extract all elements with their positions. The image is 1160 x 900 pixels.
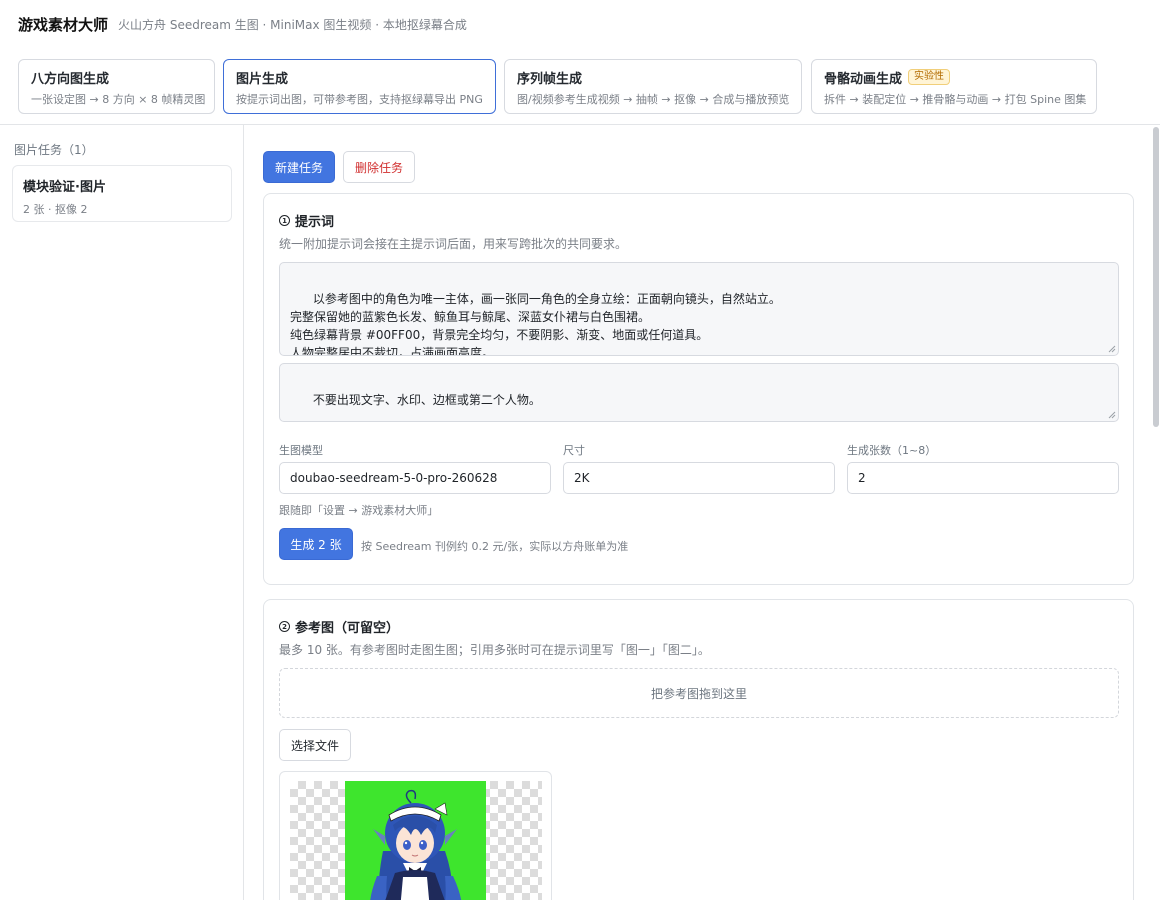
tab-eight-direction[interactable]: 八方向图生成 一张设定图 → 8 方向 × 8 帧精灵图: [18, 59, 215, 114]
step-two-icon: 2: [279, 621, 290, 632]
mode-title: 序列帧生成: [517, 71, 583, 87]
step-one-icon: 1: [279, 215, 290, 226]
main-scrollbar[interactable]: [1152, 125, 1160, 900]
scrollbar-thumb[interactable]: [1153, 127, 1159, 427]
mode-desc: 一张设定图 → 8 方向 × 8 帧精灵图: [31, 93, 206, 106]
app-header: 游戏素材大师 火山方舟 Seedream 生图 · MiniMax 图生视频 ·…: [0, 0, 1160, 48]
panel-title: 1 提示词: [279, 211, 334, 230]
reference-dropzone[interactable]: 把参考图拖到这里: [279, 668, 1119, 718]
prompt-panel-title: 提示词: [295, 215, 335, 230]
mode-title: 八方向图生成: [31, 71, 110, 87]
reference-panel-title: 参考图（可留空）: [295, 621, 400, 636]
task-list-item[interactable]: 模块验证·图片 2 张 · 抠像 2: [12, 165, 232, 222]
price-note: 按 Seedream 刊例约 0.2 元/张，实际以方舟账单为准: [361, 540, 629, 553]
size-value: 2K: [574, 471, 590, 485]
mode-desc: 拆件 → 装配定位 → 推骨骼与动画 → 打包 Spine 图集: [824, 93, 1087, 106]
mode-title: 图片生成: [236, 71, 289, 87]
sidebar-header: 图片任务（1）: [14, 143, 94, 157]
mode-title: 骨骼动画生成: [824, 71, 903, 87]
choose-file-button[interactable]: 选择文件: [279, 729, 351, 761]
resize-handle-icon[interactable]: [1108, 345, 1116, 353]
main-content: 新建任务 删除任务 1 提示词 统一附加提示词会接在主提示词后面，用来写跨批次的…: [245, 125, 1160, 900]
reference-hint: 最多 10 张。有参考图时走图生图；引用多张时可在提示词里写「图一」「图二」。: [279, 643, 710, 657]
prompt-panel: 1 提示词 统一附加提示词会接在主提示词后面，用来写跨批次的共同要求。 以参考图…: [263, 193, 1134, 585]
mode-title-row: 骨骼动画生成 实验性: [824, 68, 1084, 87]
prompt-hint: 统一附加提示词会接在主提示词后面，用来写跨批次的共同要求。: [279, 237, 628, 251]
follow-settings-note: 跟随即「设置 → 游戏素材大师」: [279, 504, 439, 517]
model-input[interactable]: doubao-seedream-5-0-pro-260628: [279, 462, 551, 494]
model-label: 生图模型: [279, 444, 323, 457]
extra-prompt-textarea[interactable]: 不要出现文字、水印、边框或第二个人物。: [279, 363, 1119, 422]
tab-skeletal-animation[interactable]: 骨骼动画生成 实验性 拆件 → 装配定位 → 推骨骼与动画 → 打包 Spine…: [811, 59, 1097, 114]
model-value: doubao-seedream-5-0-pro-260628: [290, 471, 498, 485]
resize-handle-icon[interactable]: [1108, 411, 1116, 419]
main-prompt-textarea[interactable]: 以参考图中的角色为唯一主体，画一张同一角色的全身立绘：正面朝向镜头，自然站立。 …: [279, 262, 1119, 356]
size-input[interactable]: 2K: [563, 462, 835, 494]
reference-panel: 2 参考图（可留空） 最多 10 张。有参考图时走图生图；引用多张时可在提示词里…: [263, 599, 1134, 900]
size-label: 尺寸: [563, 444, 585, 457]
reference-thumbnail-card[interactable]: [279, 771, 552, 900]
tab-sequence-frames[interactable]: 序列帧生成 图/视频参考生成视频 → 抽帧 → 抠像 → 合成与播放预览: [504, 59, 802, 114]
delete-task-button[interactable]: 删除任务: [343, 151, 415, 183]
transparency-checkerboard: [290, 781, 542, 900]
character-illustration: [370, 789, 462, 900]
count-label: 生成张数（1~8）: [847, 444, 937, 457]
mode-desc: 按提示词出图，可带参考图，支持抠绿幕导出 PNG: [236, 93, 483, 106]
new-task-button[interactable]: 新建任务: [263, 151, 335, 183]
mode-desc: 图/视频参考生成视频 → 抽帧 → 抠像 → 合成与播放预览: [517, 93, 790, 106]
count-value: 2: [858, 471, 866, 485]
extra-prompt-text: 不要出现文字、水印、边框或第二个人物。: [312, 393, 541, 407]
reference-image: [345, 781, 486, 900]
app-title: 游戏素材大师: [18, 15, 109, 34]
sidebar: 图片任务（1） 模块验证·图片 2 张 · 抠像 2: [0, 125, 244, 900]
task-name: 模块验证·图片: [23, 180, 106, 195]
panel-title: 2 参考图（可留空）: [279, 617, 399, 636]
count-input[interactable]: 2: [847, 462, 1119, 494]
tab-image-generation[interactable]: 图片生成 按提示词出图，可带参考图，支持抠绿幕导出 PNG: [223, 59, 496, 114]
main-prompt-text: 以参考图中的角色为唯一主体，画一张同一角色的全身立绘：正面朝向镜头，自然站立。 …: [290, 292, 781, 356]
app-subtitle: 火山方舟 Seedream 生图 · MiniMax 图生视频 · 本地抠绿幕合…: [118, 17, 467, 32]
task-meta: 2 张 · 抠像 2: [23, 203, 88, 216]
generate-button[interactable]: 生成 2 张: [279, 528, 353, 560]
experimental-badge: 实验性: [908, 69, 951, 85]
